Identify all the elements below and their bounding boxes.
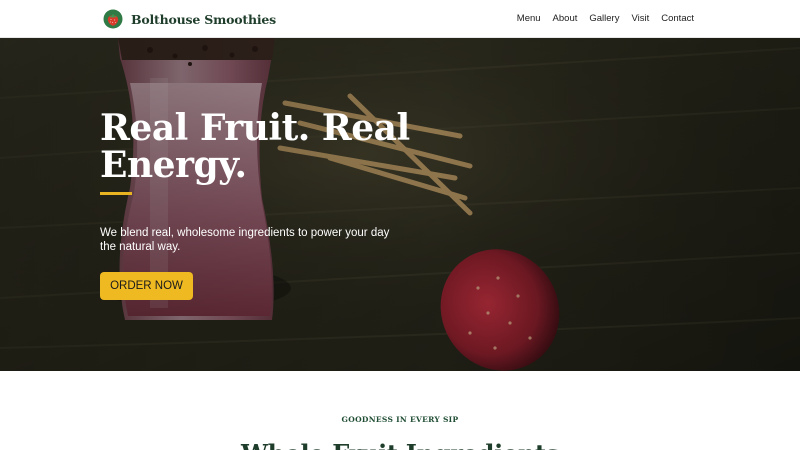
hero-background-image xyxy=(0,38,800,371)
brand-home-link[interactable]: Bolthouse Smoothies xyxy=(103,9,276,29)
hero-description: We blend real, wholesome ingredients to … xyxy=(100,226,390,254)
hero-description-line: the natural way. xyxy=(100,241,181,253)
order-now-button[interactable]: ORDER NOW xyxy=(100,272,193,300)
ingredients-section: GOODNESS IN EVERY SIP Whole Fruit Ingred… xyxy=(0,371,800,450)
nav-link-gallery[interactable]: Gallery xyxy=(589,13,619,24)
nav-link-about[interactable]: About xyxy=(553,13,578,24)
hero-section: Real Fruit. Real Energy. We blend real, … xyxy=(0,38,800,371)
hero-title-line: Energy. xyxy=(100,144,247,186)
hero-accent-divider xyxy=(100,192,132,195)
section-title: Whole Fruit Ingredients xyxy=(0,439,800,450)
main-nav: Menu About Gallery Visit Contact xyxy=(517,13,694,24)
nav-link-contact[interactable]: Contact xyxy=(661,13,694,24)
top-navbar: Bolthouse Smoothies Menu About Gallery V… xyxy=(0,0,800,38)
hero-title-line: Real Fruit. Real xyxy=(100,107,410,149)
nav-link-menu[interactable]: Menu xyxy=(517,13,541,24)
strawberry-logo-icon xyxy=(103,9,123,29)
nav-link-visit[interactable]: Visit xyxy=(631,13,649,24)
hero-description-line: We blend real, wholesome ingredients to … xyxy=(100,227,390,239)
hero-title: Real Fruit. Real Energy. xyxy=(100,110,420,184)
section-eyebrow: GOODNESS IN EVERY SIP xyxy=(341,415,459,424)
brand-name: Bolthouse Smoothies xyxy=(131,11,277,27)
